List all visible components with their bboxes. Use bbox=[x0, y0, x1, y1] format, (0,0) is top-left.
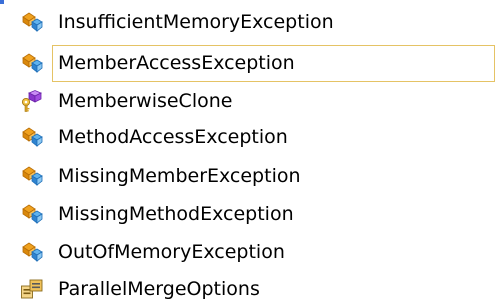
intellisense-completion-list: InsufficientMemoryException MemberAccess… bbox=[0, 0, 495, 308]
exception-class-icon bbox=[20, 240, 44, 264]
list-item-label: MethodAccessException bbox=[58, 126, 288, 148]
exception-class-icon bbox=[20, 125, 44, 149]
list-item-memberwise-clone[interactable]: MemberwiseClone bbox=[0, 83, 495, 120]
list-item-label: MemberwiseClone bbox=[58, 90, 233, 112]
list-item-label: MissingMemberException bbox=[58, 165, 301, 187]
list-item-parallel-merge-options[interactable]: ParallelMergeOptions bbox=[0, 271, 495, 308]
enum-icon bbox=[20, 277, 44, 301]
list-item-label: ParallelMergeOptions bbox=[58, 278, 260, 300]
protected-method-icon bbox=[20, 89, 44, 113]
list-item-method-access-exception[interactable]: MethodAccessException bbox=[0, 119, 495, 156]
list-item-out-of-memory-exception[interactable]: OutOfMemoryException bbox=[0, 234, 495, 271]
exception-class-icon bbox=[20, 51, 44, 75]
exception-class-icon bbox=[20, 10, 44, 34]
list-item-label: MemberAccessException bbox=[58, 52, 295, 74]
list-item-missing-method-exception[interactable]: MissingMethodException bbox=[0, 196, 495, 233]
list-item-label: MissingMethodException bbox=[58, 203, 294, 225]
list-item-missing-member-exception[interactable]: MissingMemberException bbox=[0, 158, 495, 195]
list-item-label: OutOfMemoryException bbox=[58, 241, 285, 263]
list-item-member-access-exception[interactable]: MemberAccessException bbox=[0, 45, 495, 82]
exception-class-icon bbox=[20, 164, 44, 188]
exception-class-icon bbox=[20, 202, 44, 226]
list-item-label: InsufficientMemoryException bbox=[58, 11, 334, 33]
list-item-insufficient-memory-exception[interactable]: InsufficientMemoryException bbox=[0, 4, 495, 41]
